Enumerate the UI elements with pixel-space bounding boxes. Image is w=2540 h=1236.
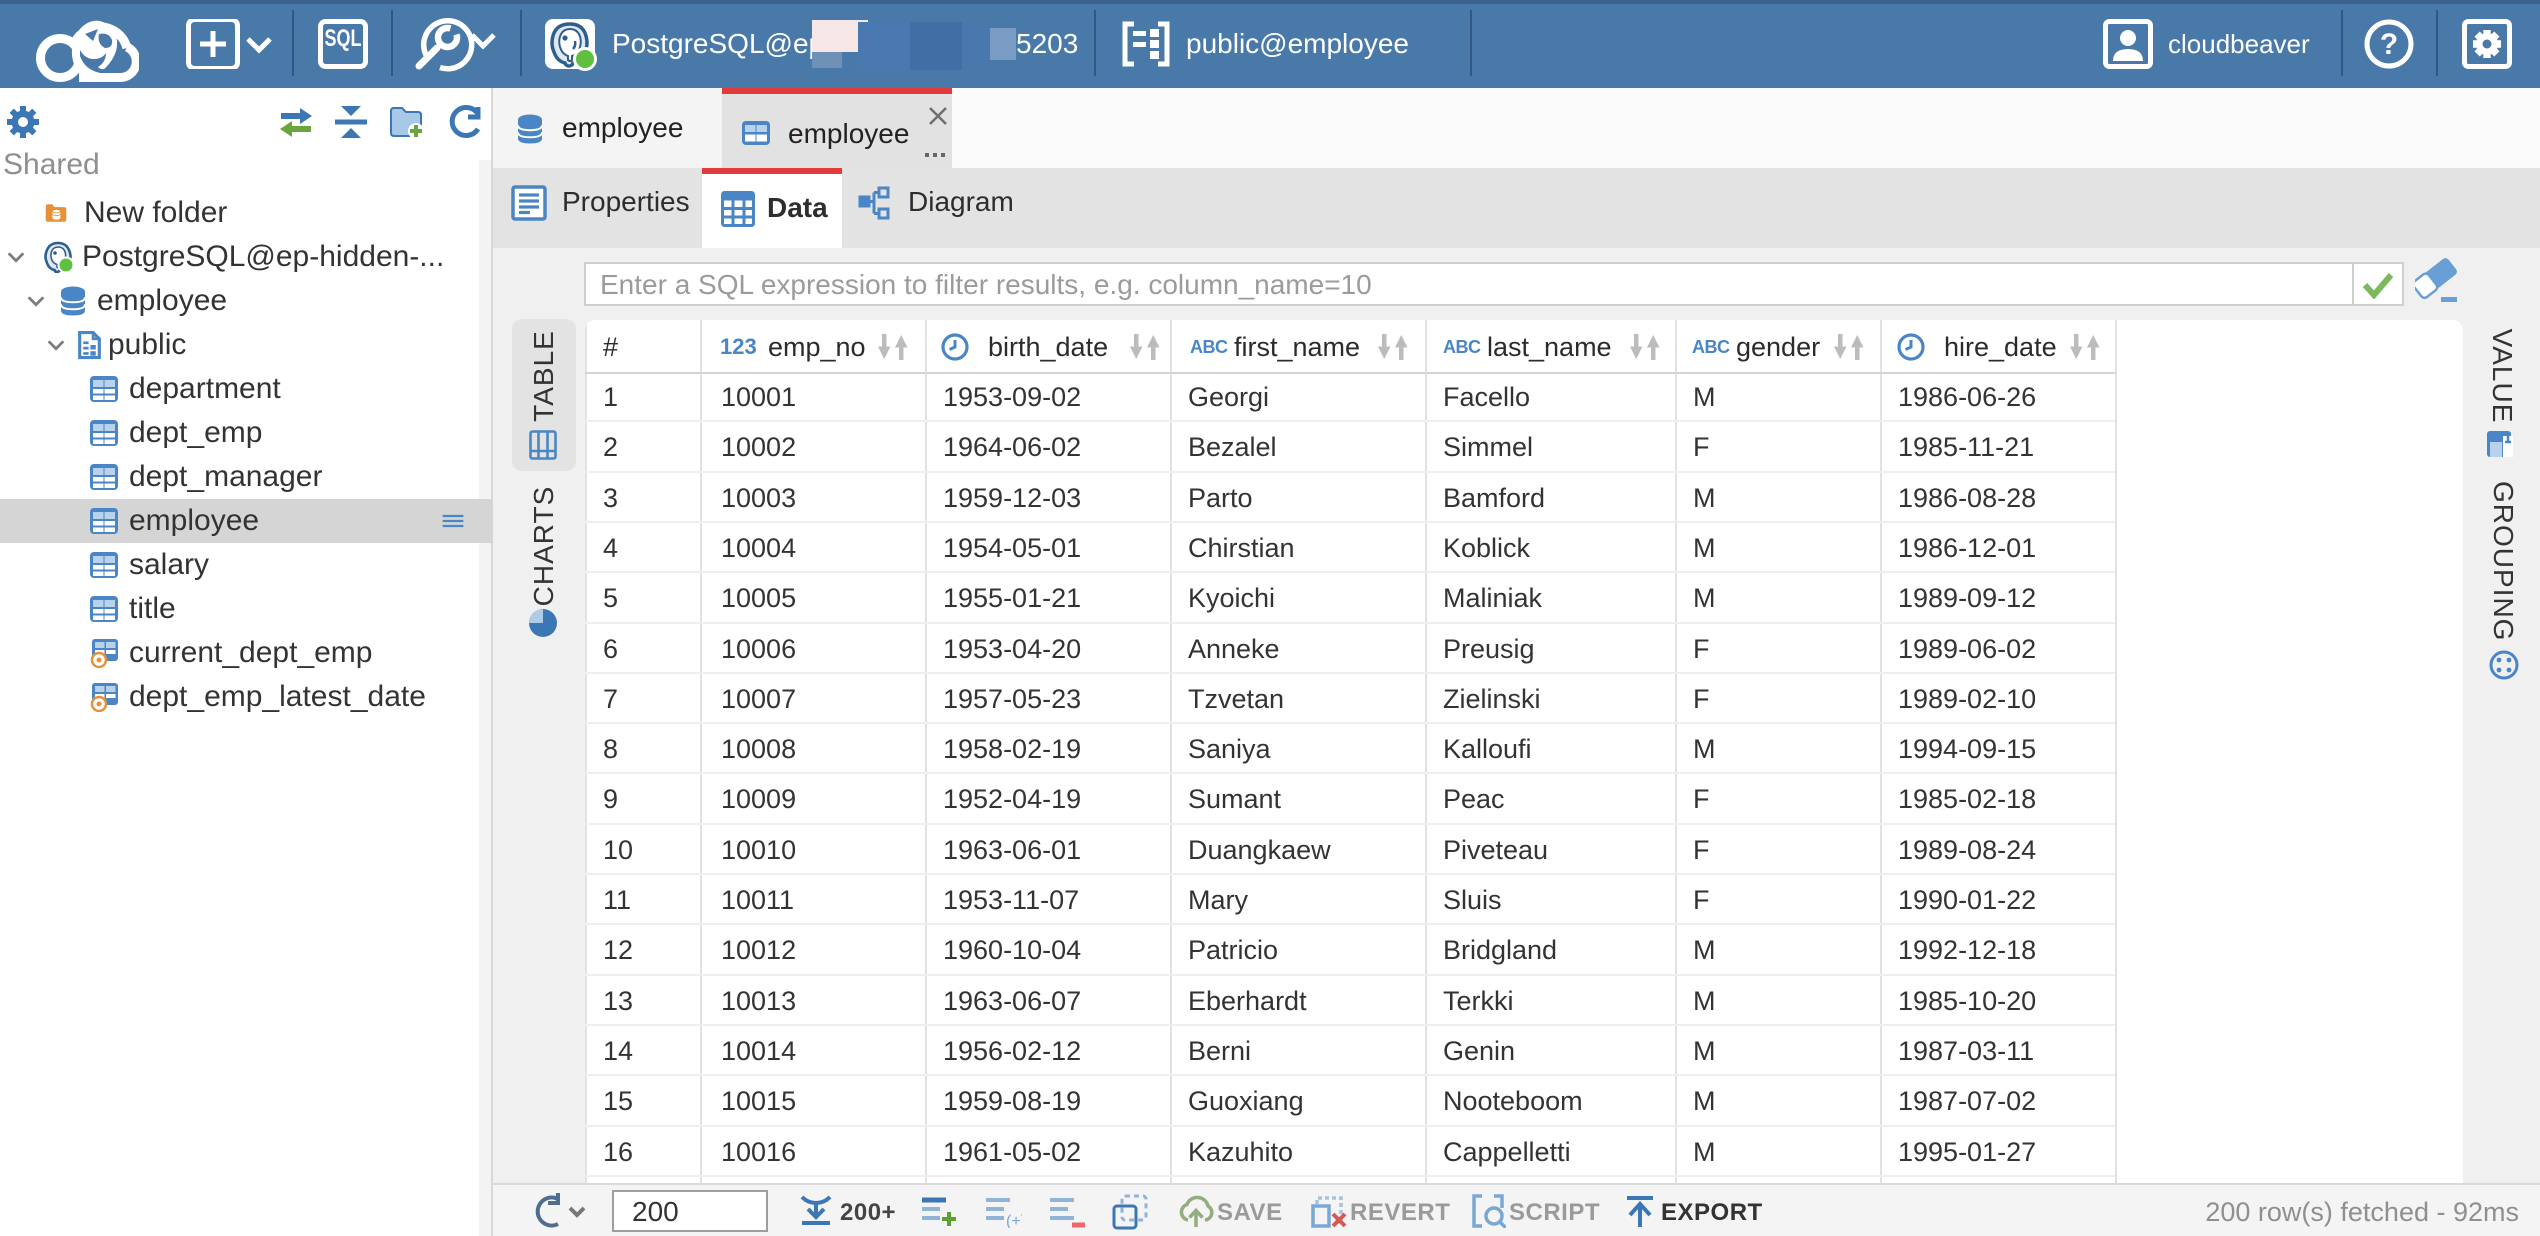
svg-text:SQL: SQL: [325, 24, 362, 51]
svg-text:(+): (+): [1006, 1213, 1022, 1228]
svg-text:?: ?: [2380, 28, 2398, 61]
